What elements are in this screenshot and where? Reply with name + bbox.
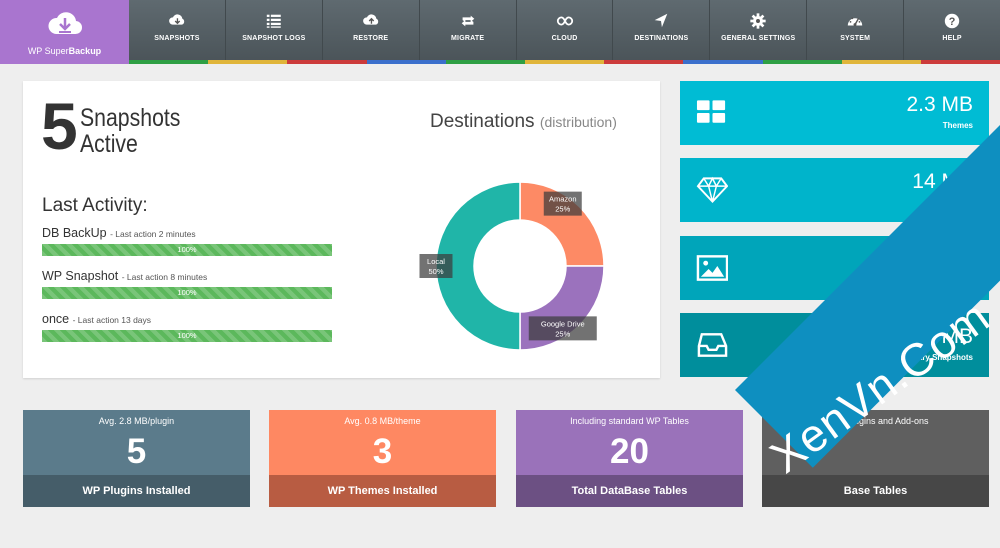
color-strip-segment (683, 60, 763, 64)
last-activity-title: Last Activity: (42, 195, 148, 216)
activity-progress-bar: 100% (42, 330, 332, 342)
donut-label: Google Drive25% (528, 316, 597, 341)
question-icon: ? (944, 13, 960, 29)
top-navigation-bar: WP SuperBackup SNAPSHOTS SNAPSHOT LOGS RES… (0, 0, 1000, 64)
donut-label: Local50% (419, 254, 453, 278)
summary-card-subtitle: Avg. 2.8 MB/plugin (98, 416, 175, 426)
color-strip-segment (524, 60, 605, 64)
list-icon (266, 14, 281, 28)
summary-card-label: Total DataBase Tables (516, 475, 743, 507)
color-strip (129, 60, 1000, 64)
nav-label: GENERAL SETTINGS (721, 35, 796, 42)
donut-label-name: Amazon (549, 195, 577, 204)
color-strip-segment (445, 60, 525, 64)
cloud-download-icon (169, 14, 185, 25)
activity-item: DB BackUp - Last action 2 minutes 100% (42, 226, 332, 256)
logo[interactable]: WP SuperBackup (0, 0, 129, 64)
snapshot-count: 5 (41, 89, 78, 163)
donut-label: Amazon25% (543, 191, 582, 216)
nav-label: DESTINATIONS (634, 35, 689, 42)
color-strip-segment (208, 60, 288, 64)
color-strip-segment (762, 60, 842, 64)
summary-card: Avg. 0.8 MB/theme 3 WP Themes Installed (269, 410, 496, 507)
cloud-download-icon (48, 12, 83, 35)
donut-label-name: Google Drive (541, 319, 585, 328)
cloud-upload-icon (362, 14, 378, 25)
nav-label: SNAPSHOTS (154, 35, 200, 42)
destinations-donut-chart: Amazon25%Google Drive25%Local50% (419, 181, 605, 351)
diamond-icon (696, 176, 728, 204)
nav-label: SYSTEM (840, 35, 871, 42)
nav-snapshot-logs[interactable]: SNAPSHOT LOGS (226, 0, 323, 60)
summary-card-subtitle: Avg. 0.8 MB/theme (344, 416, 421, 426)
donut-label-name: Local (427, 257, 445, 266)
stat-label: Themes (942, 121, 973, 130)
color-strip-segment (366, 60, 446, 64)
activity-title: once - Last action 13 days (42, 312, 152, 326)
nav-migrate[interactable]: MIGRATE (420, 0, 517, 60)
summary-card-subtitle: Including standard WP Tables (570, 416, 689, 426)
activity-title: WP Snapshot - Last action 8 minutes (42, 269, 208, 283)
color-strip-segment (287, 60, 367, 64)
destinations-title: Destinations (distribution) (430, 111, 617, 132)
image-icon (696, 255, 728, 281)
stat-value: 2.3 MB (906, 93, 973, 116)
nav-help[interactable]: ? HELP (904, 0, 1000, 60)
svg-text:?: ? (949, 16, 956, 28)
nav-label: HELP (942, 35, 962, 42)
activity-progress-bar: 100% (42, 244, 332, 256)
summary-card-number: 3 (372, 432, 393, 471)
nav-general-settings[interactable]: GENERAL SETTINGS (710, 0, 808, 60)
nav-label: MIGRATE (451, 35, 485, 42)
snapshot-count-label: Snapshots Active (80, 104, 181, 158)
color-strip-segment (841, 60, 921, 64)
nav-label: CLOUD (551, 35, 578, 42)
activity-item: WP Snapshot - Last action 8 minutes 100% (42, 269, 332, 299)
summary-card: Avg. 2.8 MB/plugin 5 WP Plugins Installed (23, 410, 250, 507)
destinations-subtitle: (distribution) (539, 114, 617, 130)
nav-cloud[interactable]: CLOUD (517, 0, 614, 60)
grid-icon (696, 100, 726, 123)
logo-text: WP SuperBackup (27, 46, 102, 56)
nav-destinations[interactable]: DESTINATIONS (613, 0, 711, 60)
inbox-icon (697, 333, 728, 357)
summary-card-label: WP Themes Installed (269, 475, 496, 507)
stat-card-themes[interactable]: 2.3 MB Themes (680, 81, 989, 145)
donut-label-value: 50% (428, 267, 443, 276)
dashboard-icon (847, 17, 863, 27)
nav-snapshots[interactable]: SNAPSHOTS (129, 0, 226, 60)
gear-icon (750, 13, 766, 29)
activity-item: once - Last action 13 days 100% (42, 312, 332, 342)
nav-restore[interactable]: RESTORE (323, 0, 420, 60)
color-strip-segment (129, 60, 209, 64)
main-nav: SNAPSHOTS SNAPSHOT LOGS RESTORE MIGRATE CLOU… (129, 0, 1000, 64)
summary-card-number: 20 (610, 432, 649, 471)
nav-label: SNAPSHOT LOGS (242, 35, 306, 42)
color-strip-segment (920, 60, 1000, 64)
donut-label-value: 25% (555, 329, 570, 338)
activity-progress-bar: 100% (42, 287, 332, 299)
donut-label-value: 25% (555, 205, 570, 214)
summary-card-number: 5 (126, 432, 147, 471)
nav-label: RESTORE (353, 35, 389, 42)
snapshots-card: 5 Snapshots Active Last Activity: DB Bac… (23, 81, 660, 378)
summary-card-label: WP Plugins Installed (23, 475, 250, 507)
summary-card: Including standard WP Tables 20 Total Data… (516, 410, 743, 507)
nav-system[interactable]: SYSTEM (807, 0, 905, 60)
location-arrow-icon (655, 13, 668, 28)
retweet-icon (461, 15, 474, 27)
activity-title: DB BackUp - Last action 2 minutes (42, 226, 196, 240)
infinity-icon (556, 16, 573, 26)
color-strip-segment (604, 60, 684, 64)
